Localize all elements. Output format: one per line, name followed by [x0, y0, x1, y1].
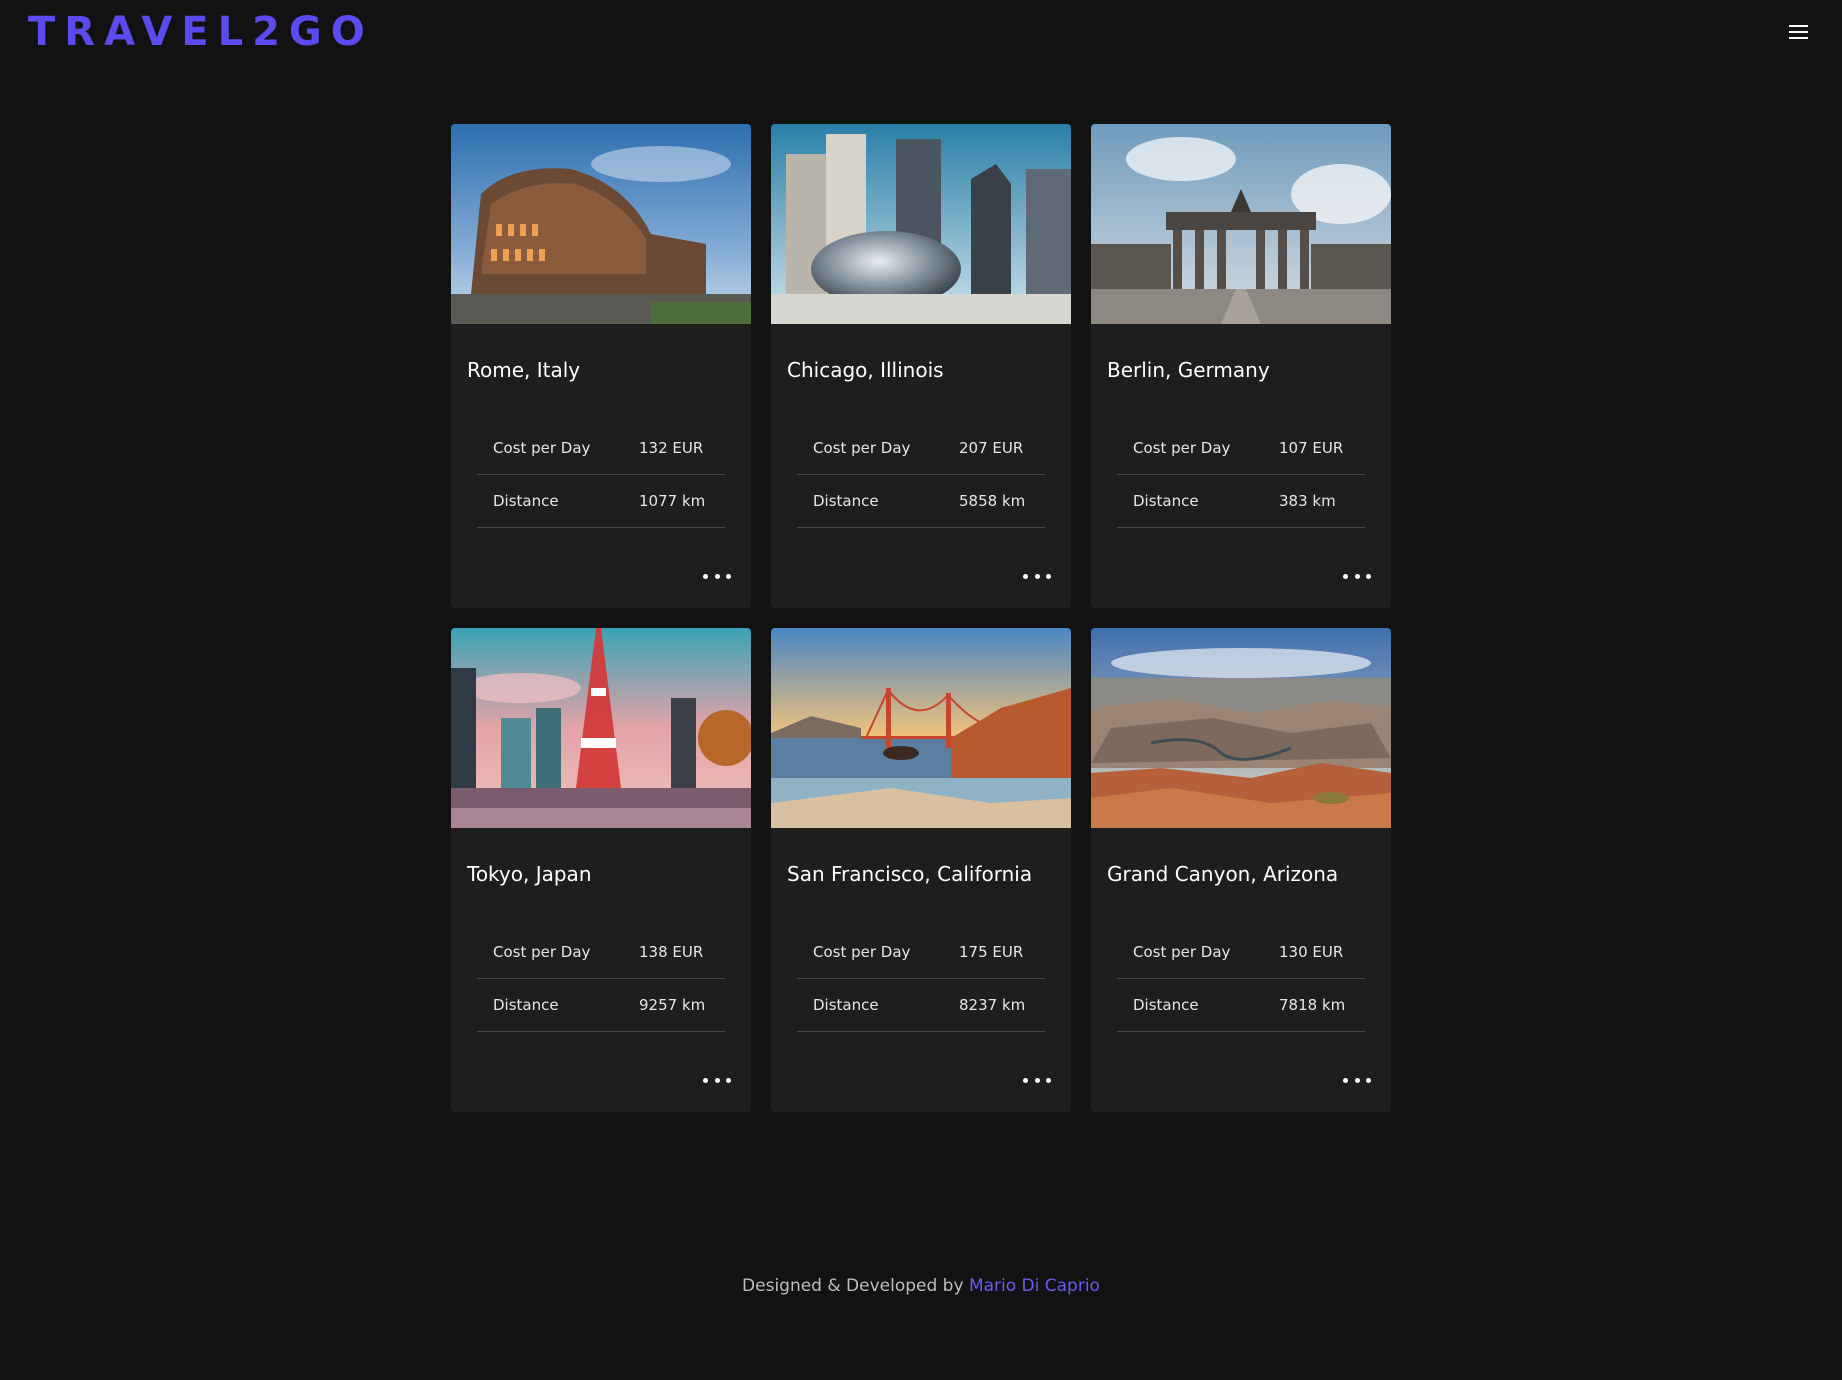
cost-row: Cost per Day 175 EUR	[797, 926, 1045, 979]
cost-row: Cost per Day 107 EUR	[1117, 422, 1365, 475]
cost-label: Cost per Day	[493, 439, 591, 457]
cost-value: 130 EUR	[1279, 943, 1344, 961]
top-header: TRAVEL2GO	[0, 0, 1842, 64]
distance-row: Distance 5858 km	[797, 475, 1045, 528]
distance-row: Distance 1077 km	[477, 475, 725, 528]
distance-value: 1077 km	[639, 492, 706, 510]
more-options-button[interactable]	[1023, 568, 1051, 584]
distance-value: 5858 km	[959, 492, 1026, 510]
more-dots-icon	[703, 1077, 708, 1083]
more-dots-icon	[1343, 573, 1348, 579]
distance-row: Distance 8237 km	[797, 979, 1045, 1032]
destination-card[interactable]: Tokyo, Japan Cost per Day 138 EUR Distan…	[451, 628, 751, 1112]
hamburger-menu-button[interactable]	[1778, 18, 1818, 46]
more-options-button[interactable]	[703, 1072, 731, 1088]
distance-row: Distance 383 km	[1117, 475, 1365, 528]
cost-value: 207 EUR	[959, 439, 1024, 457]
destination-grid: Rome, Italy Cost per Day 132 EUR Distanc…	[451, 124, 1391, 1112]
distance-label: Distance	[813, 996, 879, 1014]
distance-label: Distance	[1133, 492, 1199, 510]
more-options-button[interactable]	[1343, 1072, 1371, 1088]
more-options-button[interactable]	[703, 568, 731, 584]
info-table: Cost per Day 130 EUR Distance 7818 km	[1117, 926, 1365, 1032]
cost-row: Cost per Day 132 EUR	[477, 422, 725, 475]
hamburger-menu-icon	[1788, 25, 1808, 27]
cost-value: 107 EUR	[1279, 439, 1344, 457]
destination-card[interactable]: Grand Canyon, Arizona Cost per Day 130 E…	[1091, 628, 1391, 1112]
more-dots-icon	[1343, 1077, 1348, 1083]
destination-card[interactable]: Chicago, Illinois Cost per Day 207 EUR D…	[771, 124, 1071, 608]
card-title: Grand Canyon, Arizona	[1107, 862, 1339, 886]
golden-gate-bridge-photo	[771, 628, 1071, 828]
more-options-button[interactable]	[1023, 1072, 1051, 1088]
distance-value: 8237 km	[959, 996, 1026, 1014]
distance-row: Distance 7818 km	[1117, 979, 1365, 1032]
info-table: Cost per Day 107 EUR Distance 383 km	[1117, 422, 1365, 528]
distance-label: Distance	[493, 996, 559, 1014]
distance-label: Distance	[493, 492, 559, 510]
travel2go-logo[interactable]: TRAVEL2GO	[28, 11, 374, 53]
cost-value: 175 EUR	[959, 943, 1024, 961]
info-table: Cost per Day 175 EUR Distance 8237 km	[797, 926, 1045, 1032]
card-title: San Francisco, California	[787, 862, 1033, 886]
cost-row: Cost per Day 207 EUR	[797, 422, 1045, 475]
cost-label: Cost per Day	[1133, 439, 1231, 457]
more-dots-icon	[1023, 1077, 1028, 1083]
info-table: Cost per Day 207 EUR Distance 5858 km	[797, 422, 1045, 528]
distance-value: 9257 km	[639, 996, 706, 1014]
cost-label: Cost per Day	[813, 943, 911, 961]
distance-value: 7818 km	[1279, 996, 1346, 1014]
grand-canyon-photo	[1091, 628, 1391, 828]
cloud-gate-bean-photo	[771, 124, 1071, 324]
brandenburg-gate-photo	[1091, 124, 1391, 324]
cost-label: Cost per Day	[493, 943, 591, 961]
colosseum-photo	[451, 124, 751, 324]
destination-card[interactable]: Berlin, Germany Cost per Day 107 EUR Dis…	[1091, 124, 1391, 608]
more-options-button[interactable]	[1343, 568, 1371, 584]
tokyo-tower-photo	[451, 628, 751, 828]
destination-card[interactable]: San Francisco, California Cost per Day 1…	[771, 628, 1071, 1112]
card-title: Chicago, Illinois	[787, 358, 944, 382]
footer-credit-text: Designed & Developed by	[742, 1276, 969, 1296]
distance-value: 383 km	[1279, 492, 1336, 510]
card-title: Tokyo, Japan	[467, 862, 592, 886]
distance-label: Distance	[813, 492, 879, 510]
distance-row: Distance 9257 km	[477, 979, 725, 1032]
destination-card[interactable]: Rome, Italy Cost per Day 132 EUR Distanc…	[451, 124, 751, 608]
distance-label: Distance	[1133, 996, 1199, 1014]
cost-label: Cost per Day	[1133, 943, 1231, 961]
author-link[interactable]: Mario Di Caprio	[969, 1276, 1100, 1296]
info-table: Cost per Day 138 EUR Distance 9257 km	[477, 926, 725, 1032]
cost-label: Cost per Day	[813, 439, 911, 457]
info-table: Cost per Day 132 EUR Distance 1077 km	[477, 422, 725, 528]
more-dots-icon	[1023, 573, 1028, 579]
card-title: Rome, Italy	[467, 358, 581, 382]
more-dots-icon	[703, 573, 708, 579]
cost-value: 132 EUR	[639, 439, 704, 457]
footer: Designed & Developed by Mario Di Caprio	[0, 1276, 1842, 1296]
cost-row: Cost per Day 138 EUR	[477, 926, 725, 979]
cost-row: Cost per Day 130 EUR	[1117, 926, 1365, 979]
cost-value: 138 EUR	[639, 943, 704, 961]
card-title: Berlin, Germany	[1107, 358, 1270, 382]
